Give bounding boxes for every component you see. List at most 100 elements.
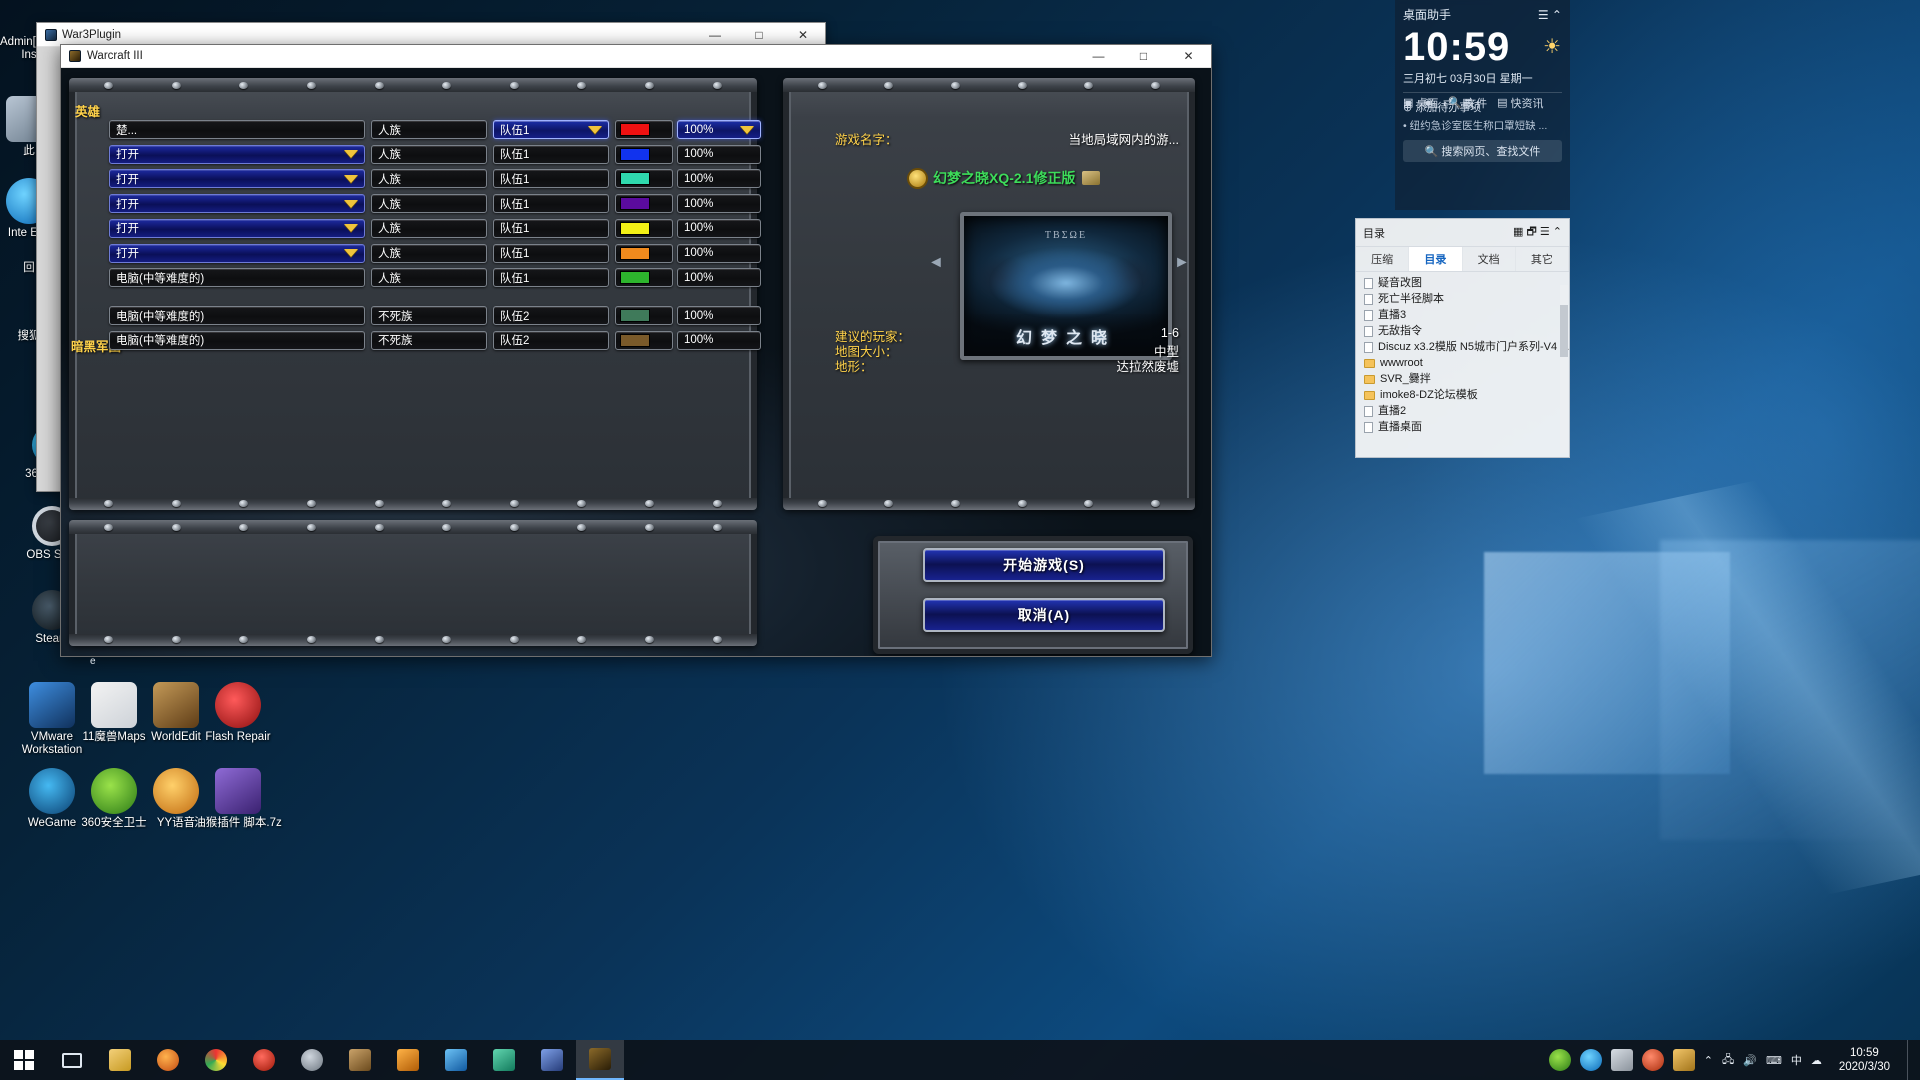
taskbar-app-gray[interactable] [288,1040,336,1080]
player-color-swatch-hero-1[interactable] [615,145,673,164]
player-slot-row[interactable]: 打开人族队伍1100% [61,244,761,263]
chevron-down-icon[interactable] [588,126,602,134]
race-dropdown-hero-6[interactable]: 人族 [371,268,487,287]
start-button[interactable] [0,1040,48,1080]
taskbar[interactable]: ⌃ 🖧 🔊 ⌨ 中 ☁ 10:59 2020/3/30 [0,1040,1920,1080]
player-slot-row[interactable]: 打开人族队伍1100% [61,145,761,164]
tab-documents[interactable]: 文档 [1463,247,1516,271]
player-color-swatch-hero-5[interactable] [615,244,673,263]
list-item[interactable]: 直播桌面 [1356,419,1569,435]
tool-scale-icon[interactable]: ⇄ [1443,96,1452,109]
tray-app-icon-1[interactable] [1611,1049,1633,1071]
warcraft3-titlebar[interactable]: Warcraft III — □ ✕ [61,45,1211,68]
tab-directories[interactable]: 目录 [1409,247,1462,271]
team-dropdown-hero-3[interactable]: 队伍1 [493,194,609,213]
race-dropdown-hero-4[interactable]: 人族 [371,219,487,238]
start-game-button[interactable]: 开始游戏(S) [923,548,1165,582]
desktop-assistant-gadget[interactable]: 桌面助手 ☰ ⌃ 10:59 ☀ 三月初七 03月30日 星期一 ▣桌面 🔍文件… [1395,0,1570,210]
tray-ime-icon[interactable]: 中 [1791,1052,1802,1068]
taskbar-file-explorer[interactable] [96,1040,144,1080]
gadget-header-controls[interactable]: ☰ ⌃ [1538,8,1562,22]
race-dropdown-hero-2[interactable]: 人族 [371,169,487,188]
file-list-scroll-thumb[interactable] [1560,305,1568,357]
tray-cloud-icon[interactable]: ☁ [1811,1054,1822,1067]
taskbar-app-teal[interactable] [480,1040,528,1080]
weather-sun-icon[interactable]: ☀ [1543,25,1562,69]
show-desktop-button[interactable] [1907,1040,1912,1080]
team-dropdown-dark-0[interactable]: 队伍2 [493,306,609,325]
player-slot-row[interactable]: 打开人族队伍1100% [61,219,761,238]
handicap-dropdown-hero-3[interactable]: 100% [677,194,761,213]
taskbar-app-brown[interactable] [336,1040,384,1080]
player-slot-row[interactable]: 楚...人族队伍1100% [61,120,761,139]
list-item[interactable]: 死亡半径脚本 [1356,291,1569,307]
minimize-button[interactable]: — [693,23,737,47]
race-dropdown-dark-1[interactable]: 不死族 [371,331,487,350]
chevron-down-icon[interactable] [344,150,358,158]
player-name-dropdown-hero-2[interactable]: 打开 [109,169,365,188]
handicap-dropdown-hero-2[interactable]: 100% [677,169,761,188]
player-name-dropdown-dark-1[interactable]: 电脑(中等难度的) [109,331,365,350]
maximize-button[interactable]: □ [737,23,781,47]
player-color-swatch-hero-2[interactable] [615,169,673,188]
handicap-dropdown-hero-1[interactable]: 100% [677,145,761,164]
map-arrow-right-icon[interactable]: ► [1174,254,1190,272]
list-item[interactable]: imoke8-DZ论坛模板 [1356,387,1569,403]
race-dropdown-hero-0[interactable]: 人族 [371,120,487,139]
taskbar-chrome[interactable] [192,1040,240,1080]
handicap-dropdown-hero-5[interactable]: 100% [677,244,761,263]
list-item[interactable]: 直播2 [1356,403,1569,419]
handicap-dropdown-hero-6[interactable]: 100% [677,268,761,287]
map-arrow-left-icon[interactable]: ◄ [928,254,944,272]
player-slot-row[interactable]: 打开人族队伍1 100% [61,169,761,188]
race-dropdown-hero-3[interactable]: 人族 [371,194,487,213]
player-color-swatch-dark-1[interactable] [615,331,673,350]
tray-keyboard-icon[interactable]: ⌨ [1766,1054,1782,1067]
maximize-button[interactable]: □ [1121,45,1166,68]
list-item[interactable]: 疑音改图 [1356,275,1569,291]
tray-volume-icon[interactable]: 🔊 [1743,1054,1757,1067]
taskbar-app-blue[interactable] [432,1040,480,1080]
tool-window-icon[interactable]: ▤ [1403,96,1413,109]
tab-other[interactable]: 其它 [1516,247,1569,271]
taskbar-app-red[interactable] [240,1040,288,1080]
handicap-dropdown-dark-0[interactable]: 100% [677,306,761,325]
desktop-icon-flash-repair[interactable]: Flash Repair [186,682,290,744]
handicap-dropdown-hero-4[interactable]: 100% [677,219,761,238]
player-name-dropdown-hero-3[interactable]: 打开 [109,194,365,213]
player-name-dropdown-hero-6[interactable]: 电脑(中等难度的) [109,268,365,287]
tray-360-icon[interactable] [1549,1049,1571,1071]
minimize-button[interactable]: — [1076,45,1121,68]
warcraft3-window-controls[interactable]: — □ ✕ [1076,45,1211,68]
chevron-down-icon[interactable] [740,126,754,134]
list-item[interactable]: 无敌指令 [1356,323,1569,339]
race-dropdown-hero-5[interactable]: 人族 [371,244,487,263]
taskbar-firefox[interactable] [144,1040,192,1080]
team-dropdown-hero-5[interactable]: 队伍1 [493,244,609,263]
taskbar-clock[interactable]: 10:59 2020/3/30 [1831,1046,1898,1074]
team-dropdown-hero-0[interactable]: 队伍1 [493,120,609,139]
player-name-dropdown-dark-0[interactable]: 电脑(中等难度的) [109,306,365,325]
race-dropdown-dark-0[interactable]: 不死族 [371,306,487,325]
list-item[interactable]: Discuz x3.2模版 N5城市门户系列-V4 ... [1356,339,1569,355]
team-dropdown-hero-1[interactable]: 队伍1 [493,145,609,164]
player-color-swatch-dark-0[interactable] [615,306,673,325]
player-slot-row[interactable]: 打开人族队伍1 100% [61,194,761,213]
tray-network-icon[interactable]: 🖧 [1722,1051,1734,1070]
player-color-swatch-hero-3[interactable] [615,194,673,213]
war3plugin-window-controls[interactable]: — □ ✕ [693,23,825,47]
taskbar-warcraft3[interactable] [576,1040,624,1080]
team-dropdown-hero-4[interactable]: 队伍1 [493,219,609,238]
list-item[interactable]: SVR_爨拌 [1356,371,1569,387]
player-slot-row[interactable]: 电脑(中等难度的) 不死族队伍2 100% [61,306,761,325]
warcraft3-game-viewport[interactable]: 英雄 暗黑军团 楚...人族队伍1100%打开人族队伍1100%打开人族队伍11… [61,68,1211,656]
player-color-swatch-hero-4[interactable] [615,219,673,238]
tray-network-app-icon[interactable] [1580,1049,1602,1071]
team-dropdown-hero-6[interactable]: 队伍1 [493,268,609,287]
player-name-dropdown-hero-1[interactable]: 打开 [109,145,365,164]
taskbar-app-indigo[interactable] [528,1040,576,1080]
team-dropdown-hero-2[interactable]: 队伍1 [493,169,609,188]
desktop-icon-tampermonkey-archive[interactable]: 油猴插件 脚本.7z [186,768,290,830]
team-dropdown-dark-1[interactable]: 队伍2 [493,331,609,350]
file-list-header-controls[interactable]: ▦ 🗗 ☰ ⌃ [1513,223,1562,242]
